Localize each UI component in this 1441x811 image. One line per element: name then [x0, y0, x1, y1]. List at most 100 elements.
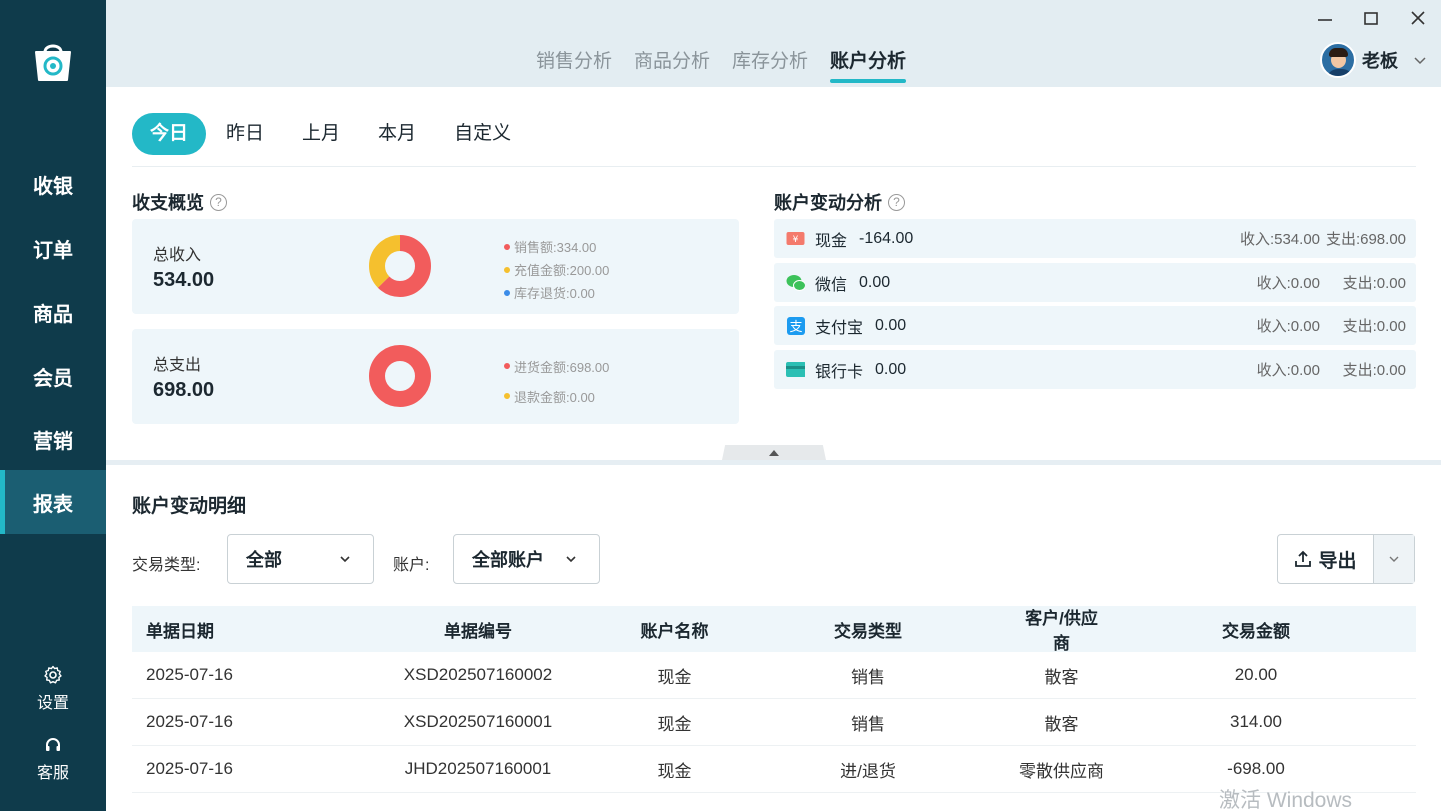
period-yesterday[interactable]: 昨日: [208, 113, 282, 155]
headset-icon: [46, 738, 60, 751]
column-header-account: 账户名称: [640, 621, 709, 641]
legend-item-sales: 销售额:334.00: [504, 235, 609, 258]
account-row-wechat[interactable]: 微信 0.00 收入:0.00 支出:0.00: [774, 263, 1416, 302]
windows-activation-watermark: 激活 Windows: [1219, 789, 1353, 811]
income-donut-chart: [369, 235, 431, 297]
help-icon[interactable]: ?: [210, 193, 227, 211]
transaction-type-select[interactable]: 全部: [227, 534, 374, 584]
tab-product-analysis[interactable]: 商品分析: [634, 46, 710, 79]
user-name: 老板: [1362, 51, 1398, 71]
overview-title-text: 收支概览: [132, 193, 204, 213]
account-row-cash[interactable]: ¥ 现金 -164.00 收入:534.00 支出:698.00: [774, 219, 1416, 258]
account-income: 收入:0.00: [1256, 362, 1320, 379]
column-header-date: 单据日期: [146, 621, 214, 641]
account-balance: 0.00: [875, 360, 907, 378]
cell-party: 散客: [1044, 714, 1079, 734]
account-income: 收入:534.00: [1239, 231, 1320, 248]
cell-number: XSD202507160002: [403, 665, 553, 684]
nav-item-orders[interactable]: 订单: [0, 216, 106, 280]
sidebar: 收银 订单 商品 会员 营销 报表 设置 客服: [0, 0, 106, 811]
customer-service-button[interactable]: 客服: [0, 735, 106, 783]
income-value: 534.00: [153, 269, 215, 291]
period-custom[interactable]: 自定义: [436, 113, 529, 155]
svg-text:支: 支: [789, 320, 802, 335]
period-today[interactable]: 今日: [132, 113, 207, 155]
account-name: 支付宝: [815, 319, 864, 337]
tab-sales-analysis[interactable]: 销售分析: [536, 46, 612, 79]
account-expense: 支出:0.00: [1342, 275, 1406, 292]
upload-icon: [1295, 550, 1312, 567]
tab-account-analysis[interactable]: 账户分析: [830, 46, 907, 83]
service-label: 客服: [36, 765, 69, 782]
cell-date: 2025-07-16: [146, 712, 233, 731]
close-button[interactable]: [1406, 6, 1430, 30]
nav-item-members[interactable]: 会员: [0, 344, 106, 408]
cell-type: 进/退货: [840, 761, 896, 781]
wechat-icon: [786, 273, 805, 292]
cell-date: 2025-07-16: [146, 759, 233, 778]
account-row-alipay[interactable]: 支 支付宝 0.00 收入:0.00 支出:0.00: [774, 306, 1416, 345]
nav-label: 收银: [33, 175, 73, 198]
svg-text:¥: ¥: [793, 235, 799, 245]
income-label: 总收入: [153, 247, 202, 264]
account-balance: 0.00: [859, 273, 891, 291]
cash-icon: ¥: [786, 229, 805, 248]
account-expense: 支出:0.00: [1342, 362, 1406, 379]
help-icon[interactable]: ?: [888, 193, 905, 211]
nav-item-marketing[interactable]: 营销: [0, 407, 106, 471]
nav-item-products[interactable]: 商品: [0, 280, 106, 344]
summary-panel: 今日 昨日 上月 本月 自定义 收支概览 ? 总收入 534.00 销售额:33…: [106, 87, 1441, 460]
chevron-down-icon: [1414, 57, 1426, 65]
transaction-type-label: 交易类型:: [132, 557, 201, 574]
expense-donut-chart: [369, 345, 431, 407]
income-legend: 销售额:334.00 充值金额:200.00 库存退货:0.00: [504, 235, 609, 304]
maximize-button[interactable]: [1359, 6, 1383, 30]
account-select[interactable]: 全部账户: [453, 534, 600, 584]
cell-number: XSD202507160001: [403, 712, 553, 731]
table-row[interactable]: 2025-07-16 XSD202507160002 现金 销售 散客 20.0…: [132, 652, 1416, 699]
cell-type: 销售: [851, 667, 885, 687]
account-expense: 支出:698.00: [1325, 231, 1406, 248]
overview-title: 收支概览 ?: [132, 189, 227, 215]
transaction-type-value: 全部: [246, 550, 282, 570]
legend-item-stock-return: 库存退货:0.00: [504, 281, 609, 304]
account-filter-label: 账户:: [393, 557, 430, 574]
account-expense: 支出:0.00: [1342, 318, 1406, 335]
account-name: 微信: [815, 276, 848, 294]
account-name: 现金: [815, 232, 848, 250]
chevron-down-icon: [1389, 556, 1399, 562]
period-filter: 今日 昨日 上月 本月 自定义: [132, 113, 531, 155]
column-header-amount: 交易金额: [1222, 621, 1290, 641]
legend-item-refund: 退款金额:0.00: [504, 381, 609, 411]
cell-account: 现金: [657, 667, 692, 687]
account-balance: 0.00: [875, 316, 907, 334]
expense-card: 总支出 698.00 进货金额:698.00 退款金额:0.00: [132, 329, 739, 424]
account-details-table: 单据日期 单据编号 账户名称 交易类型 客户/供应商 交易金额 2025-07-…: [132, 606, 1416, 793]
minimize-icon: [1318, 19, 1332, 21]
table-row[interactable]: 2025-07-16 XSD202507160001 现金 销售 散客 314.…: [132, 699, 1416, 746]
export-button[interactable]: 导出: [1278, 535, 1373, 583]
nav-item-reports[interactable]: 报表: [0, 470, 106, 534]
alipay-icon: 支: [786, 316, 805, 335]
bank-card-icon: [786, 360, 805, 379]
collapse-panel-button[interactable]: [722, 445, 826, 460]
account-row-bank-card[interactable]: 银行卡 0.00 收入:0.00 支出:0.00: [774, 350, 1416, 389]
cell-amount: 20.00: [1234, 665, 1278, 684]
user-menu[interactable]: 老板: [1320, 42, 1428, 78]
header: 销售分析 商品分析 库存分析 账户分析 老板: [106, 0, 1441, 87]
account-balance: -164.00: [859, 229, 914, 247]
nav-label: 会员: [33, 367, 73, 390]
period-last-month[interactable]: 上月: [284, 113, 358, 155]
export-options-button[interactable]: [1373, 535, 1414, 583]
cell-party: 散客: [1044, 667, 1079, 687]
nav-item-cashier[interactable]: 收银: [0, 152, 106, 216]
avatar: [1320, 42, 1356, 78]
column-header-type: 交易类型: [834, 621, 902, 641]
tab-inventory-analysis[interactable]: 库存分析: [732, 46, 808, 79]
settings-button[interactable]: 设置: [0, 665, 106, 713]
column-header-number: 单据编号: [444, 621, 512, 641]
nav-label: 订单: [33, 239, 73, 262]
minimize-button[interactable]: [1313, 6, 1337, 30]
cell-type: 销售: [851, 714, 885, 734]
period-this-month[interactable]: 本月: [360, 113, 434, 155]
